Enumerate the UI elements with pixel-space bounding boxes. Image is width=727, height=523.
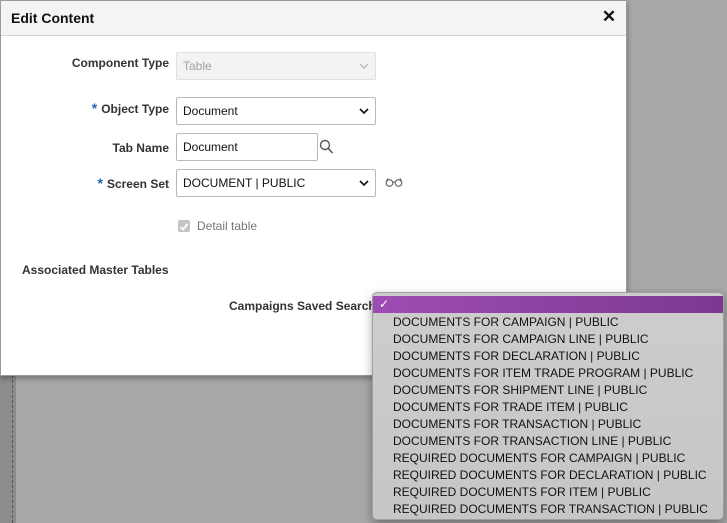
dropdown-selected-option[interactable]: ✓: [373, 296, 723, 313]
screen-set-select[interactable]: DOCUMENT | PUBLIC: [176, 169, 376, 197]
dropdown-option[interactable]: REQUIRED DOCUMENTS FOR CAMPAIGN | PUBLIC: [373, 450, 723, 467]
detail-table-checkbox: [178, 220, 190, 232]
component-type-select: Table: [176, 52, 376, 80]
object-type-select[interactable]: Document: [176, 97, 376, 125]
dropdown-option[interactable]: DOCUMENTS FOR DECLARATION | PUBLIC: [373, 348, 723, 365]
component-type-value: Table: [183, 59, 212, 73]
required-marker: *: [91, 100, 98, 116]
dropdown-option[interactable]: DOCUMENTS FOR ITEM TRADE PROGRAM | PUBLI…: [373, 365, 723, 382]
close-icon[interactable]: ✕: [599, 7, 619, 27]
tab-name-input[interactable]: Document: [176, 133, 318, 161]
screen-set-label: * Screen Set: [61, 175, 170, 191]
search-icon[interactable]: [319, 139, 334, 155]
dialog-title: Edit Content: [11, 10, 95, 26]
dialog-header: Edit Content ✕: [1, 1, 626, 36]
dropdown-option[interactable]: REQUIRED DOCUMENTS FOR DECLARATION | PUB…: [373, 467, 723, 484]
screen-set-value: DOCUMENT | PUBLIC: [183, 176, 306, 190]
required-marker: *: [97, 175, 103, 191]
dropdown-option[interactable]: DOCUMENTS FOR TRADE ITEM | PUBLIC: [373, 399, 723, 416]
checkmark-icon: [179, 223, 189, 231]
detail-table-label: Detail table: [197, 219, 258, 233]
dropdown-option[interactable]: DOCUMENTS FOR CAMPAIGN | PUBLIC: [373, 314, 723, 331]
object-type-value: Document: [183, 104, 238, 118]
chevron-down-icon: [359, 108, 369, 115]
checkmark-icon: ✓: [379, 297, 390, 311]
dropdown-option[interactable]: DOCUMENTS FOR CAMPAIGN LINE | PUBLIC: [373, 331, 723, 348]
dropdown-option[interactable]: REQUIRED DOCUMENTS FOR TRANSACTION | PUB…: [373, 501, 723, 518]
campaigns-saved-search-label: Campaigns Saved Search: [229, 299, 376, 313]
dropdown-option[interactable]: DOCUMENTS FOR SHIPMENT LINE | PUBLIC: [373, 382, 723, 399]
dropdown-option[interactable]: DOCUMENTS FOR TRANSACTION | PUBLIC: [373, 416, 723, 433]
dropdown-option[interactable]: DOCUMENTS FOR TRANSACTION LINE | PUBLIC: [373, 433, 723, 450]
associated-master-tables-heading: Associated Master Tables: [22, 263, 169, 277]
tab-name-label: Tab Name: [112, 141, 169, 155]
chevron-down-icon: [359, 180, 369, 187]
screen-set-label-text: Screen Set: [106, 177, 169, 191]
chevron-down-icon: [359, 63, 369, 70]
component-type-label: Component Type: [71, 56, 169, 70]
dropdown-option[interactable]: REQUIRED DOCUMENTS FOR ITEM | PUBLIC: [373, 484, 723, 501]
glasses-icon[interactable]: [385, 177, 403, 187]
tab-name-value: Document: [183, 140, 238, 154]
dropdown-options: DOCUMENTS FOR CAMPAIGN | PUBLIC DOCUMENT…: [373, 314, 723, 518]
campaigns-saved-search-dropdown[interactable]: ✓ DOCUMENTS FOR CAMPAIGN | PUBLIC DOCUME…: [372, 292, 724, 520]
object-type-label-text: Object Type: [101, 102, 169, 116]
object-type-label: * Object Type: [61, 100, 169, 116]
